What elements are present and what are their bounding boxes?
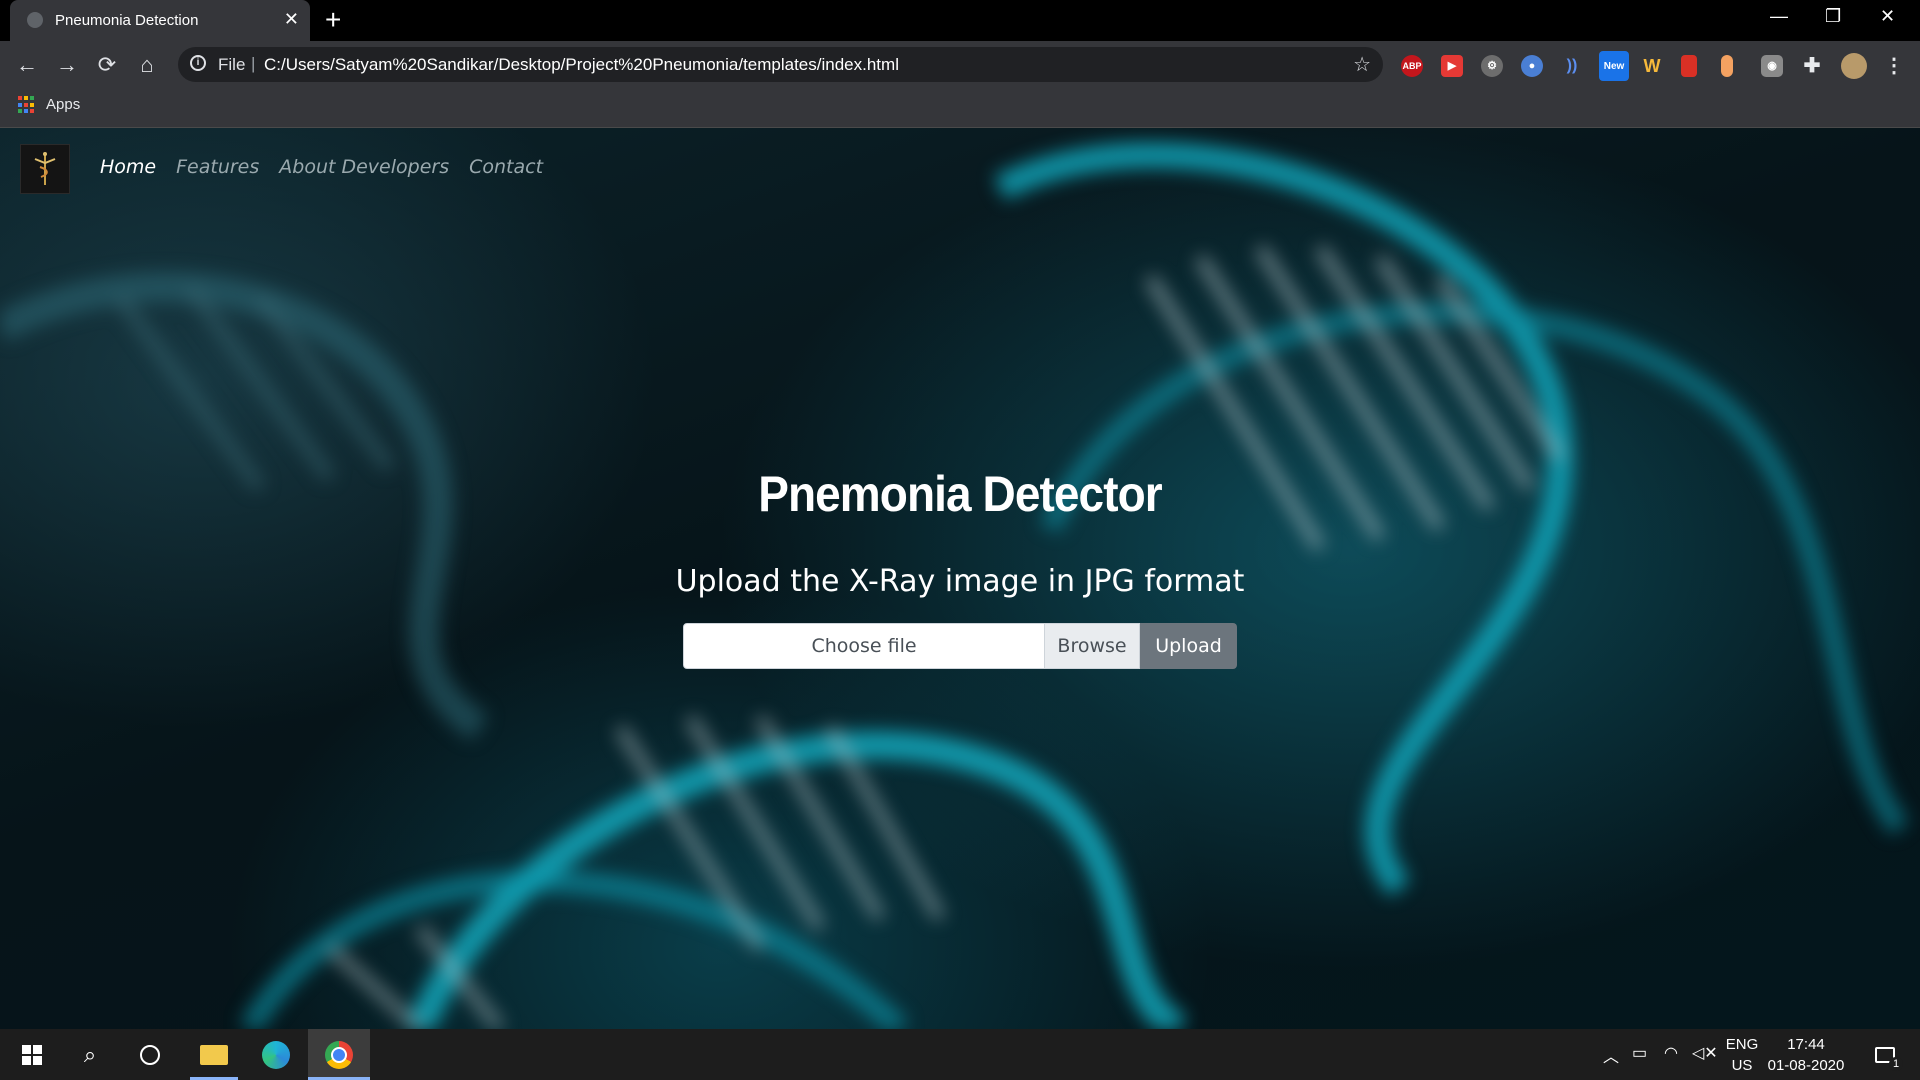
nav-home[interactable]: Home [100,156,156,178]
new-badge-extension-icon[interactable]: New [1599,51,1629,81]
red-flag-extension-icon[interactable]: ▶ [1441,55,1463,77]
camera-extension-icon[interactable]: ◉ [1761,55,1783,77]
info-icon[interactable]: i [190,55,206,71]
menu-kebab-icon[interactable]: ⋮ [1883,55,1905,77]
reload-icon[interactable]: ⟳ [93,51,121,79]
site-nav: Home Features About Developers Contact [100,156,543,178]
browser-toolbar: ← → ⟳ ⌂ i File | C:/Users/Satyam%20Sandi… [0,41,1920,88]
globe-icon [27,12,43,28]
system-clock[interactable]: 17:44 01-08-2020 [1766,1034,1846,1076]
back-arrow-icon[interactable]: ← [13,51,41,79]
capsule-extension-icon[interactable] [1721,55,1733,77]
region-code: US [1731,1057,1753,1074]
speaker-muted-icon[interactable]: ◁✕ [1692,1043,1718,1063]
upload-button[interactable]: Upload [1140,623,1237,669]
close-tab-icon[interactable]: ✕ [284,10,299,28]
profile-avatar[interactable] [1841,53,1867,79]
notifications-icon[interactable]: 1 [1865,1029,1905,1080]
apps-bookmark[interactable]: Apps [46,96,80,113]
cortana-icon[interactable] [130,1029,170,1080]
soccer-ball-extension-icon[interactable]: ● [1521,55,1543,77]
restore-icon[interactable]: ❐ [1825,6,1841,27]
nav-features[interactable]: Features [176,156,259,178]
windows-taskbar: ⌕ ︿ ▭ ◠ ◁✕ ENG US 17:44 01-08-2020 1 [0,1029,1920,1080]
bookmark-star-icon[interactable]: ☆ [1353,52,1371,77]
bookmark-extension-icon[interactable] [1681,55,1697,77]
language-indicator[interactable]: ENG US [1722,1034,1762,1076]
scheme-separator: | [251,54,256,73]
new-tab-button[interactable]: + [325,6,341,34]
chrome-browser-icon[interactable] [308,1029,370,1080]
battery-icon[interactable]: ▭ [1632,1043,1647,1063]
apps-grid-icon[interactable] [18,96,36,114]
page-title: Pnemonia Detector [758,466,1162,522]
file-input[interactable]: Choose file [683,623,1045,669]
upload-form: Choose file Browse Upload [683,623,1237,669]
home-icon[interactable]: ⌂ [133,51,161,79]
browse-button[interactable]: Browse [1045,623,1140,669]
windows-start-icon[interactable] [12,1029,52,1080]
file-explorer-icon[interactable] [190,1029,238,1080]
site-logo[interactable] [20,144,70,194]
tab-strip: Pneumonia Detection ✕ + — ❐ ✕ [0,0,1920,41]
nav-about-developers[interactable]: About Developers [279,156,449,178]
gear-extension-icon[interactable]: ⚙ [1481,55,1503,77]
tab-title: Pneumonia Detection [55,12,199,29]
nav-contact[interactable]: Contact [469,156,543,178]
close-window-icon[interactable]: ✕ [1880,6,1895,27]
url-text[interactable]: C:/Users/Satyam%20Sandikar/Desktop/Proje… [264,55,899,75]
forward-arrow-icon[interactable]: → [53,51,81,79]
browser-tab[interactable]: Pneumonia Detection ✕ [10,0,310,41]
language-code: ENG [1725,1036,1759,1053]
address-bar[interactable]: i File | C:/Users/Satyam%20Sandikar/Desk… [178,47,1383,82]
scheme-label: File [218,55,246,74]
upload-instructions: Upload the X-Ray image in JPG format [675,564,1245,599]
puzzle-extensions-icon[interactable]: ✚ [1801,55,1823,77]
adblock-extension-icon[interactable]: ABP [1401,55,1423,77]
edge-browser-icon[interactable] [252,1029,300,1080]
clock-time: 17:44 [1787,1036,1825,1053]
minimize-icon[interactable]: — [1770,6,1788,27]
tray-chevron-up-icon[interactable]: ︿ [1603,1043,1619,1067]
clock-date: 01-08-2020 [1767,1057,1845,1074]
audio-waves-extension-icon[interactable]: )) [1561,55,1583,77]
bookmarks-bar [0,88,1920,128]
caduceus-icon [34,152,56,185]
page-viewport: Home Features About Developers Contact P… [0,128,1920,1029]
w-extension-icon[interactable]: W [1641,55,1663,77]
wifi-icon[interactable]: ◠ [1664,1043,1678,1063]
search-icon[interactable]: ⌕ [70,1029,110,1080]
notification-count: 1 [1889,1056,1903,1071]
